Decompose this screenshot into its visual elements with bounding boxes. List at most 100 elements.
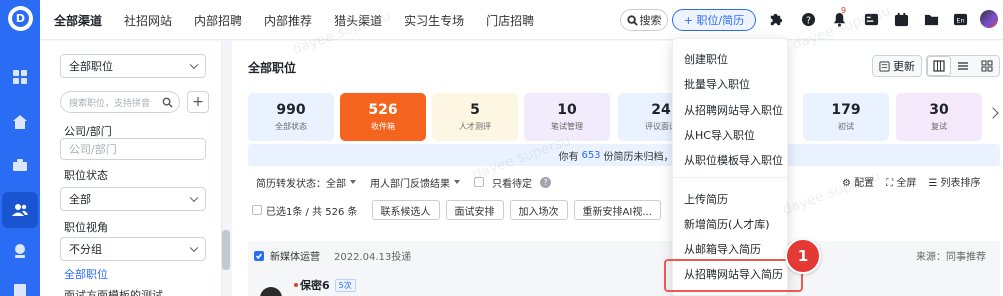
- candidates-icon[interactable]: [2, 192, 38, 228]
- refresh-button[interactable]: 更新: [872, 55, 922, 77]
- calendar-icon[interactable]: [893, 11, 909, 27]
- language-icon[interactable]: En: [952, 11, 968, 27]
- stage-count: 24: [651, 102, 671, 118]
- tab-internal-referral[interactable]: 内部推荐: [264, 12, 312, 29]
- logo-letter: D: [12, 10, 29, 27]
- all-positions-link[interactable]: 全部职位: [64, 266, 108, 282]
- menu-import-jobs-from-template[interactable]: 从职位模板导入职位: [684, 152, 783, 168]
- puzzle-icon[interactable]: [767, 11, 783, 27]
- chevron-right-icon[interactable]: [987, 107, 999, 119]
- page-title: 全部职位: [248, 61, 297, 75]
- menu-batch-import-jobs[interactable]: 批量导入职位: [684, 76, 750, 92]
- tab-intern[interactable]: 实习生专场: [404, 12, 464, 29]
- contact-candidate-button[interactable]: 联系候选人: [371, 200, 440, 220]
- unfiled-resume-notice: 你有 653 份简历未归档， 点: [248, 144, 1000, 166]
- stage-card[interactable]: 5 人才测评: [432, 93, 518, 141]
- candidate-name[interactable]: 保密6 5次: [294, 277, 356, 293]
- table-row[interactable]: 新媒体运营 2022.04.13投递 来源：同事推荐: [248, 241, 1000, 296]
- menu-add-resume-talent-pool[interactable]: 新增简历(人才库): [684, 216, 770, 232]
- row-job-title[interactable]: 新媒体运营: [270, 248, 320, 263]
- main-content: 全部职位 更新 990 全部状态 526 收件箱 5 人才测评 10 笔试管理 24 评议面试 17…: [232, 41, 1003, 296]
- sort-button[interactable]: ☰ 列表排序: [928, 174, 980, 189]
- fullscreen-button[interactable]: ⛶ 全屏: [886, 174, 916, 189]
- row-apply-date: 2022.04.13投递: [334, 252, 412, 263]
- chevron-down-icon: [189, 60, 199, 70]
- add-job-resume-button[interactable]: + 职位/简历: [672, 9, 756, 31]
- help-icon[interactable]: ?: [800, 11, 816, 27]
- top-bar: 全部渠道 社招网站 内部招聘 内部推荐 猎头渠道 实习生专场 门店招聘 搜索 +…: [40, 0, 1003, 40]
- row-header: 新媒体运营 2022.04.13投递: [254, 248, 411, 263]
- tab-internal-hiring[interactable]: 内部招聘: [194, 12, 242, 29]
- help-icon[interactable]: ?: [540, 176, 551, 188]
- fullscreen-label: 全屏: [896, 178, 917, 189]
- stage-card[interactable]: 526 收件箱: [340, 93, 426, 141]
- view-select[interactable]: 不分组: [60, 237, 206, 261]
- menu-import-resume-from-email[interactable]: 从邮箱导入简历: [684, 241, 761, 257]
- config-button[interactable]: ⚙ 配置: [842, 174, 874, 189]
- stage-count: 30: [929, 102, 949, 118]
- stage-card[interactable]: 10 笔试管理: [524, 93, 610, 141]
- list-view-icon[interactable]: [951, 56, 975, 76]
- bell-icon[interactable]: 9: [831, 6, 847, 27]
- search-button[interactable]: 搜索: [620, 9, 668, 31]
- join-session-button[interactable]: 加入场次: [509, 200, 568, 220]
- stage-count: 10: [557, 102, 577, 118]
- dashboard-icon[interactable]: [9, 66, 31, 88]
- talent-pool-icon[interactable]: [9, 240, 31, 262]
- dept-feedback-label: 用人部门反馈结果: [370, 178, 450, 190]
- briefcase-icon[interactable]: [9, 154, 31, 176]
- notice-count[interactable]: 653: [581, 150, 600, 161]
- menu-create-job[interactable]: 创建职位: [684, 51, 728, 67]
- dept-input[interactable]: 公司/部门: [60, 138, 206, 160]
- add-position-button[interactable]: +: [187, 91, 209, 113]
- select-all-checkbox[interactable]: [252, 205, 262, 215]
- menu-import-jobs-from-hc[interactable]: 从HC导入职位: [684, 127, 755, 143]
- svg-text:En: En: [956, 16, 964, 24]
- position-search-input[interactable]: 搜索职位，支持拼音: [60, 91, 180, 113]
- stage-card[interactable]: 30 复试: [896, 93, 982, 141]
- home-icon[interactable]: [9, 111, 31, 133]
- selection-count: 已选1条 / 共 526 条: [266, 206, 358, 218]
- schedule-interview-button[interactable]: 面试安排: [445, 200, 504, 220]
- unread-dot: [294, 283, 298, 287]
- position-search-placeholder: 搜索职位，支持拼音: [69, 98, 151, 109]
- check-icon: [255, 253, 263, 259]
- folder-icon[interactable]: [923, 11, 939, 27]
- stage-card[interactable]: 990 全部状态: [248, 93, 334, 141]
- position-scope-value: 全部职位: [69, 60, 113, 73]
- panel-collapse-handle[interactable]: [222, 230, 230, 270]
- app-logo[interactable]: D: [8, 6, 33, 31]
- apply-times-badge: 5次: [334, 278, 356, 292]
- column-view-icon[interactable]: [927, 56, 951, 76]
- tab-headhunter[interactable]: 猎头渠道: [334, 12, 382, 29]
- menu-import-jobs-from-site[interactable]: 从招聘网站导入职位: [684, 102, 783, 118]
- stage-count: 179: [831, 102, 861, 118]
- chevron-down-icon: [189, 243, 199, 253]
- menu-divider: [673, 177, 789, 178]
- status-select[interactable]: 全部: [60, 187, 206, 211]
- tab-store-hiring[interactable]: 门店招聘: [486, 12, 534, 29]
- dept-feedback-dropdown[interactable]: 用人部门反馈结果: [370, 175, 460, 190]
- stage-card[interactable]: 179 初试: [803, 93, 889, 141]
- menu-upload-resume[interactable]: 上传简历: [684, 191, 728, 207]
- report-icon[interactable]: [9, 280, 31, 296]
- forward-status-label: 简历转发状态：全部: [256, 178, 346, 190]
- reschedule-ai-button[interactable]: 重新安排AI视...: [573, 200, 661, 220]
- grid-view-icon[interactable]: [975, 56, 999, 76]
- forward-status-dropdown[interactable]: 简历转发状态：全部: [256, 175, 356, 190]
- sort-label: 列表排序: [940, 178, 981, 189]
- row-checkbox[interactable]: [254, 250, 264, 261]
- pending-only-checkbox[interactable]: 只看待定?: [474, 175, 551, 190]
- svg-text:?: ?: [806, 15, 811, 26]
- stage-label: 收件箱: [371, 122, 395, 131]
- caret-down-icon: [454, 180, 460, 184]
- view-value: 不分组: [69, 243, 102, 256]
- user-avatar[interactable]: [980, 10, 998, 28]
- search-icon: [626, 14, 638, 26]
- position-list-item[interactable]: 面试方面模板的测试: [64, 287, 163, 296]
- card-icon[interactable]: [863, 11, 879, 27]
- position-scope-select[interactable]: 全部职位: [60, 54, 206, 78]
- tab-social-sites[interactable]: 社招网站: [124, 12, 172, 29]
- tab-all-channels[interactable]: 全部渠道: [54, 12, 102, 29]
- refresh-icon: [879, 60, 890, 72]
